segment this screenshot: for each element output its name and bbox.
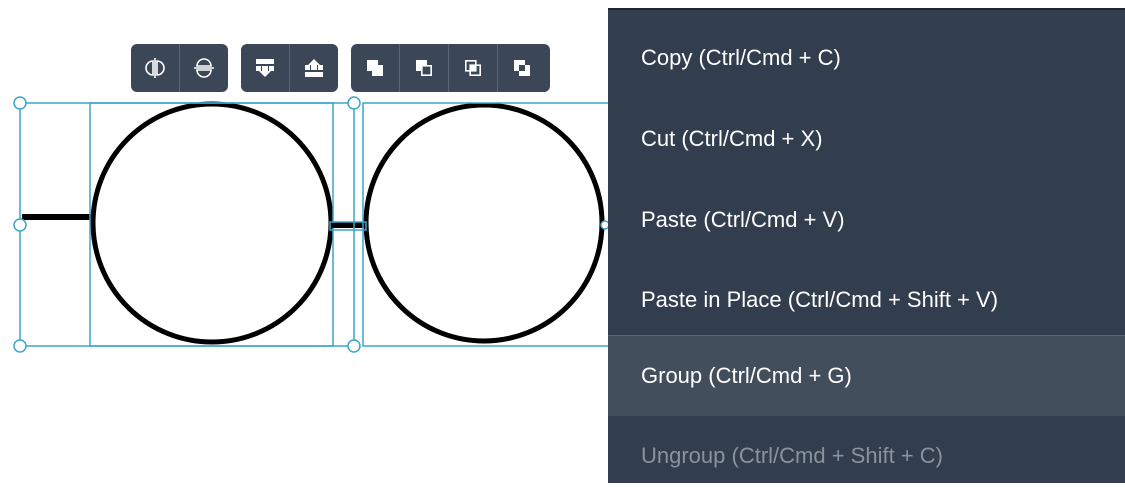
toolbar-boolean-group (351, 44, 550, 92)
resize-handle-top-right[interactable] (347, 96, 361, 110)
resize-handle-bottom-right[interactable] (347, 339, 361, 353)
resize-handle-bottom-left[interactable] (13, 339, 27, 353)
context-menu: Copy (Ctrl/Cmd + C) Cut (Ctrl/Cmd + X) P… (608, 8, 1125, 483)
flip-horizontal-icon (145, 58, 165, 78)
subtract-icon (416, 60, 432, 76)
bring-up-icon (305, 59, 323, 77)
toolbar-order-group (241, 44, 338, 92)
resize-handle-middle-left[interactable] (13, 218, 27, 232)
circle-shape[interactable] (90, 101, 334, 345)
circle-shape[interactable] (363, 102, 605, 344)
intersect-icon (464, 59, 481, 76)
send-down-icon (256, 59, 274, 77)
exclude-icon (514, 60, 530, 76)
flip-vertical-icon (194, 58, 214, 78)
intersect-button[interactable] (448, 44, 497, 92)
shape-circle-2[interactable] (330, 102, 614, 347)
resize-handle-top-left[interactable] (13, 96, 27, 110)
bring-up-button[interactable] (289, 44, 338, 92)
union-button[interactable] (351, 44, 399, 92)
menu-item-paste-in-place[interactable]: Paste in Place (Ctrl/Cmd + Shift + V) (608, 260, 1125, 340)
flip-horizontal-button[interactable] (131, 44, 179, 92)
toolbar-flip-group (131, 44, 228, 92)
menu-item-paste[interactable]: Paste (Ctrl/Cmd + V) (608, 180, 1125, 260)
menu-item-cut[interactable]: Cut (Ctrl/Cmd + X) (608, 99, 1125, 179)
menu-item-group[interactable]: Group (Ctrl/Cmd + G) (608, 336, 1125, 416)
menu-item-ungroup: Ungroup (Ctrl/Cmd + Shift + C) (641, 443, 943, 468)
flip-vertical-button[interactable] (179, 44, 228, 92)
menu-item-copy[interactable]: Copy (Ctrl/Cmd + C) (608, 18, 1125, 98)
subtract-button[interactable] (399, 44, 448, 92)
send-down-button[interactable] (241, 44, 289, 92)
exclude-button[interactable] (497, 44, 546, 92)
shape-circle-1[interactable] (22, 101, 334, 347)
union-icon (367, 60, 383, 76)
